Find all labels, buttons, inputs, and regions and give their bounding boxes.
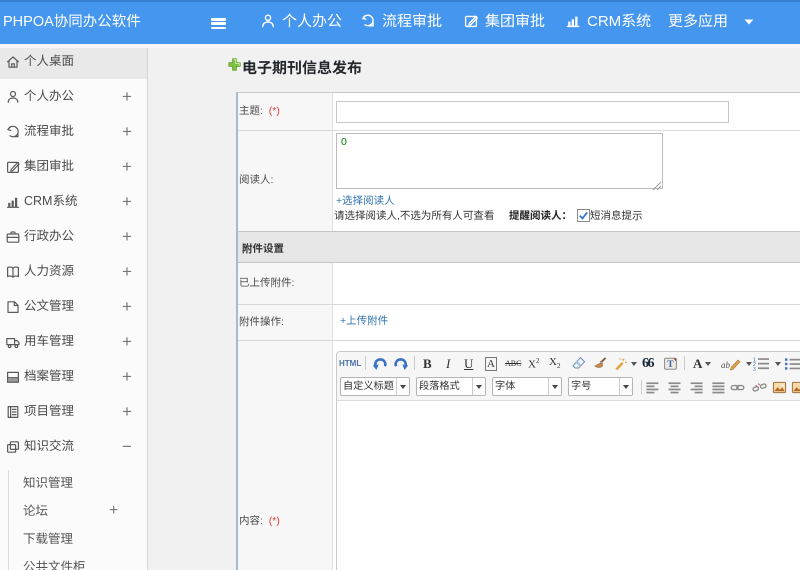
svg-text:3: 3 <box>753 367 756 371</box>
svg-text:ab: ab <box>721 360 731 370</box>
svg-text:T: T <box>667 360 674 370</box>
